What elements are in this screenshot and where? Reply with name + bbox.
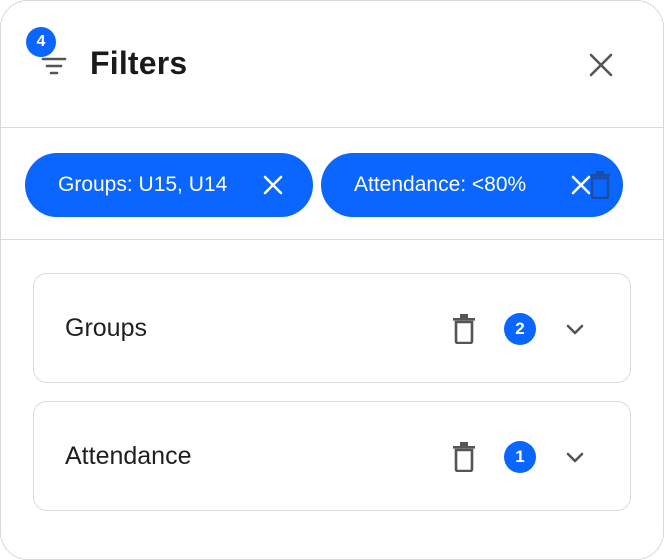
section-label: Attendance [65,442,192,470]
filter-section-attendance[interactable]: Attendance 1 [33,401,631,511]
trash-icon [589,171,611,200]
chip-label: Attendance: <80% [354,173,527,196]
active-filter-chips: Groups: U15, U14 Attendance: <80% [1,128,663,240]
trash-icon[interactable] [452,442,476,473]
chevron-down-icon[interactable] [564,318,586,340]
close-icon[interactable] [585,49,617,81]
filter-section-groups[interactable]: Groups 2 [33,273,631,383]
page-title: Filters [90,45,188,81]
filter-chip-groups[interactable]: Groups: U15, U14 [25,153,313,217]
trash-icon[interactable] [452,314,476,345]
filters-header: 4 Filters [1,1,663,128]
active-filter-count-badge: 4 [26,27,56,57]
section-count-badge: 1 [504,441,536,473]
close-icon[interactable] [261,173,285,197]
section-count-badge: 2 [504,313,536,345]
filter-chip-attendance[interactable]: Attendance: <80% [321,153,623,217]
section-label: Groups [65,314,147,342]
filters-panel: 4 Filters Groups: U15, U14 Attendance: <… [0,0,664,560]
chip-label: Groups: U15, U14 [58,173,228,196]
chevron-down-icon[interactable] [564,446,586,468]
